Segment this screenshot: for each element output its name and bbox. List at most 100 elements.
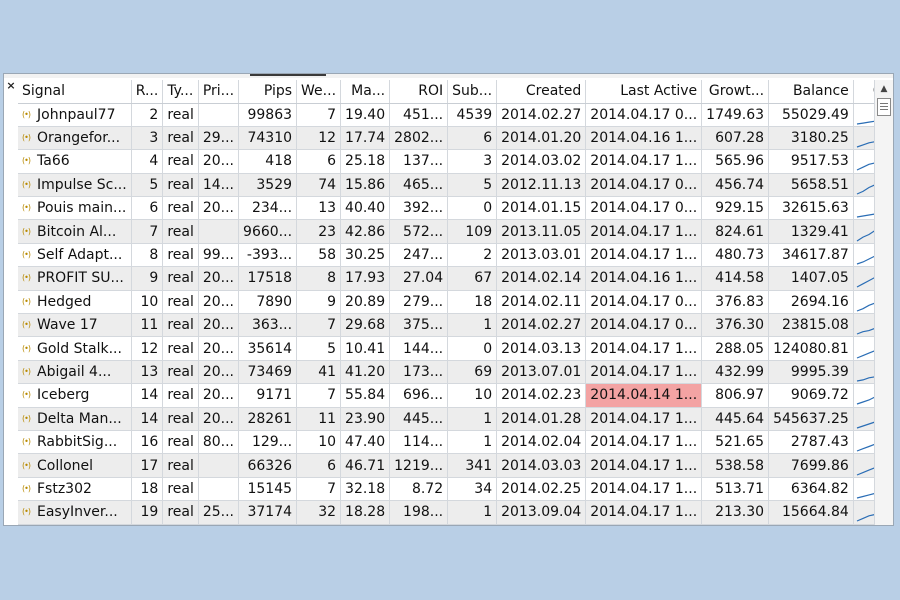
table-row[interactable]: (•) Wave 17 11 real 20... 363... 7 29.68 375... 1… [18, 313, 893, 338]
cell-growth: 565.96 [701, 149, 770, 174]
cell-max-dd: 19.40 [340, 103, 391, 127]
cell-roi: 1219... [389, 453, 449, 478]
column-header-subscribers[interactable]: Sub... [447, 80, 498, 104]
cell-growth: 376.30 [701, 313, 770, 338]
cell-max-dd: 10.41 [340, 336, 391, 361]
cell-signal: (•) Wave 17 [18, 313, 132, 338]
cell-last-active: 2014.04.17 1... [585, 430, 703, 455]
table-row[interactable]: (•) PROFIT SU... 9 real 20... 17518 8 17.93 27.0… [18, 266, 893, 291]
table-row[interactable]: (•) EasyInver... 19 real 25... 37174 32 18.28 19… [18, 500, 893, 525]
signal-name[interactable]: Abigail 4... [37, 364, 111, 380]
column-header-last-active[interactable]: Last Active [585, 80, 703, 104]
cell-weeks: 41 [296, 360, 342, 385]
cell-price [198, 219, 240, 244]
signal-name[interactable]: RabbitSig... [37, 434, 117, 450]
signal-name[interactable]: Collonel [37, 458, 93, 474]
table-row[interactable]: (•) Orangefor... 3 real 29... 74310 12 17.74 280… [18, 126, 893, 151]
column-header-rating[interactable]: R...⁄ [131, 80, 164, 104]
cell-weeks: 32 [296, 500, 342, 525]
cell-balance: 34617.87 [768, 243, 854, 268]
cell-balance: 9069.72 [768, 383, 854, 408]
cell-pips: 418 [238, 149, 298, 174]
signal-name[interactable]: Ta66 [37, 153, 70, 169]
column-header-price[interactable]: Pri... [198, 80, 240, 104]
vertical-scrollbar[interactable]: ▲ [874, 80, 893, 525]
cell-max-dd: 40.40 [340, 196, 391, 221]
cell-weeks: 7 [296, 383, 342, 408]
cell-pips: 7890 [238, 290, 298, 315]
scroll-up-icon[interactable]: ▲ [875, 82, 893, 96]
table-row[interactable]: (•) Self Adapt... 8 real 99... -393... 58 30.25… [18, 243, 893, 268]
signal-name[interactable]: Hedged [37, 294, 91, 310]
table-row[interactable]: (•) Fstz302 18 real 15145 7 32.18 8.72 34 2014.02… [18, 477, 893, 502]
signal-name[interactable]: EasyInver... [37, 504, 118, 520]
cell-subscribers: 1 [447, 313, 498, 338]
cell-rating: 14 [131, 383, 164, 408]
table-row[interactable]: (•) Johnpaul77 2 real 99863 7 19.40 451... 4539 2… [18, 103, 893, 127]
cell-price: 25... [198, 500, 240, 525]
table-row[interactable]: (•) Ta66 4 real 20... 418 6 25.18 137... 3 2014.03… [18, 149, 893, 174]
table-row[interactable]: (•) Delta Man... 14 real 20... 28261 11 23.90 44… [18, 407, 893, 431]
cell-roi: 445... [389, 407, 449, 431]
signal-name[interactable]: Orangefor... [37, 130, 120, 146]
cell-growth: 513.71 [701, 477, 770, 502]
cell-pips: 9171 [238, 383, 298, 408]
scroll-thumb[interactable] [877, 98, 891, 116]
table-row[interactable]: (•) Gold Stalk... 12 real 20... 35614 5 10.41 14… [18, 336, 893, 361]
signal-name[interactable]: Delta Man... [37, 411, 122, 427]
cell-created: 2014.03.02 [496, 149, 587, 174]
cell-signal: (•) Self Adapt... [18, 243, 132, 268]
cell-weeks: 7 [296, 313, 342, 338]
cell-subscribers: 1 [447, 500, 498, 525]
table-row[interactable]: (•) Hedged 10 real 20... 7890 9 20.89 279... 18 20… [18, 290, 893, 315]
signal-broadcast-icon: (•) [22, 437, 31, 447]
column-header-max-dd[interactable]: Ma... [340, 80, 391, 104]
column-header-roi[interactable]: ROI [389, 80, 449, 104]
column-header-signal[interactable]: Signal [18, 80, 132, 104]
cell-subscribers: 5 [447, 173, 498, 198]
signal-name[interactable]: PROFIT SU... [37, 270, 124, 286]
column-header-growth[interactable]: Growt... [701, 80, 770, 104]
signal-name[interactable]: Impulse Sc... [37, 177, 127, 193]
cell-roi: 2802... [389, 126, 449, 151]
signal-name[interactable]: Johnpaul77 [37, 107, 115, 123]
cell-balance: 1329.41 [768, 219, 854, 244]
table-row[interactable]: (•) Pouis main... 6 real 20... 234... 13 40.40 3… [18, 196, 893, 221]
cell-balance: 9517.53 [768, 149, 854, 174]
table-row[interactable]: (•) Abigail 4... 13 real 20... 73469 41 41.20 17… [18, 360, 893, 385]
table-row[interactable]: (•) Iceberg 14 real 20... 9171 7 55.84 696... 10 2… [18, 383, 893, 408]
signal-name[interactable]: Fstz302 [37, 481, 92, 497]
signal-broadcast-icon: (•) [22, 109, 31, 119]
column-header-weeks[interactable]: We... [296, 80, 342, 104]
cell-subscribers: 6 [447, 126, 498, 151]
cell-pips: 66326 [238, 453, 298, 478]
table-row[interactable]: (•) RabbitSig... 16 real 80... 129... 10 47.40 1… [18, 430, 893, 455]
cell-last-active: 2014.04.17 1... [585, 477, 703, 502]
signal-name[interactable]: Gold Stalk... [37, 341, 122, 357]
cell-price: 20... [198, 383, 240, 408]
table-row[interactable]: (•) Bitcoin Al... 7 real 9660... 23 42.86 572..… [18, 219, 893, 244]
cell-balance: 2787.43 [768, 430, 854, 455]
signal-broadcast-icon: (•) [22, 273, 31, 283]
column-header-pips[interactable]: Pips [238, 80, 298, 104]
column-header-type[interactable]: Ty... [162, 80, 199, 104]
cell-roi: 465... [389, 173, 449, 198]
table-row[interactable]: (•) Impulse Sc... 5 real 14... 3529 74 15.86 465… [18, 173, 893, 198]
column-header-balance[interactable]: Balance [768, 80, 854, 104]
cell-price: 20... [198, 360, 240, 385]
signal-name[interactable]: Bitcoin Al... [37, 224, 116, 240]
signal-name[interactable]: Iceberg [37, 387, 89, 403]
cell-pips: 99863 [238, 103, 298, 127]
cell-weeks: 5 [296, 336, 342, 361]
close-icon[interactable]: × [5, 79, 17, 93]
signal-name[interactable]: Wave 17 [37, 317, 98, 333]
signal-name[interactable]: Self Adapt... [37, 247, 122, 263]
cell-growth: 288.05 [701, 336, 770, 361]
cell-signal: (•) Pouis main... [18, 196, 132, 221]
column-header-created[interactable]: Created [496, 80, 587, 104]
signal-name[interactable]: Pouis main... [37, 200, 126, 216]
cell-rating: 19 [131, 500, 164, 525]
table-row[interactable]: (•) Collonel 17 real 66326 6 46.71 1219... 341 20… [18, 453, 893, 478]
column-header-label: Ma... [351, 83, 386, 100]
cell-pips: 129... [238, 430, 298, 455]
